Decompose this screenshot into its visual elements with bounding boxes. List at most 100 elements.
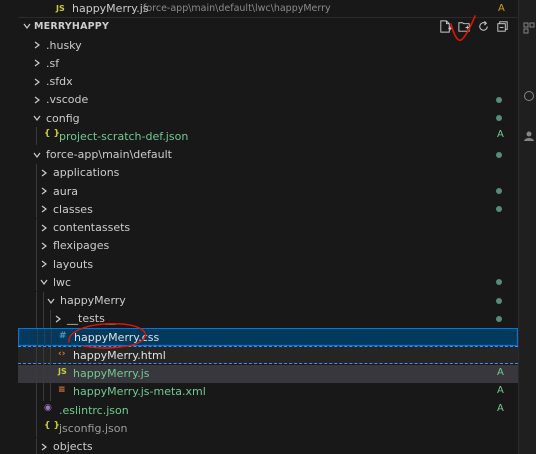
tree-folder[interactable]: lwc: [18, 273, 518, 292]
tree-item-label: lwc: [53, 275, 72, 289]
indent-guide: [36, 163, 37, 182]
extensions-icon[interactable]: [523, 22, 535, 34]
chevron-right-icon[interactable]: [39, 442, 49, 452]
tree-file[interactable]: ◉ .eslintrc.json A: [18, 401, 518, 419]
chevron-down-icon[interactable]: [32, 150, 42, 160]
chevron-right-icon[interactable]: [32, 40, 42, 50]
tree-item-label: jsconfig.json: [59, 421, 128, 435]
indent-guide: [36, 291, 37, 310]
js-file-icon: JS: [58, 366, 67, 376]
tree-folder[interactable]: happyMerry: [18, 291, 518, 310]
open-editor-file-path: force-app\main\default\lwc\happyMerry: [143, 2, 331, 14]
indent-guide: [36, 309, 37, 328]
chevron-right-icon[interactable]: [32, 77, 42, 87]
eslint-file-icon: ◉: [44, 403, 52, 413]
tree-folder[interactable]: applications: [18, 163, 518, 182]
xml-file-icon: ≡: [58, 384, 66, 395]
indent-guide: [43, 291, 44, 310]
git-modified-dot-icon: [496, 96, 502, 103]
chevron-right-icon[interactable]: [53, 314, 63, 324]
tree-item-label: .husky: [46, 38, 82, 52]
chevron-right-icon[interactable]: [39, 186, 49, 196]
indent-guide: [44, 329, 45, 347]
chevron-right-icon[interactable]: [39, 204, 49, 214]
indent-guide: [43, 347, 44, 366]
workspace-title: MERRYHAPPY: [34, 21, 110, 32]
tree-folder[interactable]: flexipages: [18, 236, 518, 255]
tree-file[interactable]: ≡ happyMerry.js-meta.xml A: [18, 382, 518, 401]
git-modified-dot-icon: [496, 188, 502, 194]
tree-folder[interactable]: .husky: [18, 36, 518, 54]
json-file-icon: { }: [44, 421, 60, 432]
git-status-badge: A: [497, 366, 504, 378]
tree-item-label: .sf: [46, 56, 60, 70]
tree-item-label: .sfdx: [46, 75, 73, 88]
chevron-down-icon[interactable]: [46, 296, 56, 306]
chevron-down-icon[interactable]: [39, 277, 49, 287]
explorer-panel: JS happyMerry.js force-app\main\default\…: [18, 0, 518, 454]
js-file-icon: JS: [56, 3, 65, 13]
indent-guide: [50, 347, 51, 366]
tree-folder[interactable]: classes: [18, 200, 518, 219]
tree-folder[interactable]: .vscode: [18, 91, 518, 109]
accounts-icon[interactable]: [523, 130, 535, 142]
indent-guide: [36, 182, 37, 200]
tree-folder[interactable]: layouts: [18, 255, 518, 273]
chevron-right-icon[interactable]: [32, 95, 42, 105]
tree-item-label: aura: [53, 184, 78, 198]
annotation-circle-icon: [68, 322, 147, 349]
chevron-right-icon[interactable]: [39, 223, 49, 233]
git-modified-dot-icon: [496, 206, 502, 213]
tree-folder[interactable]: aura: [18, 182, 518, 200]
git-modified-dot-icon: [496, 315, 502, 322]
git-status-badge: A: [497, 403, 504, 414]
chevron-right-icon[interactable]: [39, 168, 49, 178]
tree-item-label: force-app\main\default: [46, 148, 172, 161]
tree-folder[interactable]: .sf: [18, 54, 518, 72]
git-modified-dot-icon: [496, 151, 502, 158]
timeline-icon[interactable]: [523, 90, 535, 102]
chevron-down-icon: [23, 23, 31, 29]
indent-guide: [36, 273, 37, 292]
git-modified-dot-icon: [496, 297, 502, 304]
chevron-right-icon[interactable]: [39, 241, 49, 251]
chevron-right-icon[interactable]: [39, 259, 49, 269]
tree-item-label: config: [46, 111, 80, 125]
collapse-all-icon[interactable]: [495, 19, 510, 34]
indent-guide: [36, 200, 37, 219]
tree-folder[interactable]: config: [18, 109, 518, 127]
left-gutter: [0, 0, 18, 454]
tree-file[interactable]: JS happyMerry.js A: [18, 364, 518, 383]
tree-file[interactable]: { } jsconfig.json: [18, 419, 518, 438]
tree-folder[interactable]: force-app\main\default: [18, 146, 518, 164]
indent-guide: [43, 309, 44, 328]
git-status-badge: A: [497, 384, 504, 396]
open-editor-file-name: happyMerry.js: [72, 1, 149, 15]
git-modified-dot-icon: [496, 279, 502, 286]
tree-item-label: happyMerry: [60, 294, 126, 307]
scrollbar[interactable]: [508, 36, 518, 454]
indent-guide: [51, 329, 52, 347]
tree-item-label: happyMerry.js-meta.xml: [73, 385, 206, 399]
indent-guide: [36, 401, 37, 419]
tree-item-label: .vscode: [46, 93, 89, 107]
indent-guide: [36, 382, 37, 401]
indent-guide: [50, 309, 51, 328]
git-status-badge: A: [498, 2, 505, 14]
chevron-down-icon[interactable]: [32, 113, 42, 123]
tree-item-label: contentassets: [53, 221, 131, 234]
tree-file[interactable]: { } project-scratch-def.json A: [18, 127, 518, 146]
tree-item-label: classes: [53, 202, 93, 216]
tree-item-label: layouts: [53, 257, 94, 271]
tree-folder[interactable]: contentassets: [18, 218, 518, 237]
indent-guide: [36, 218, 37, 237]
tree-folder[interactable]: .sfdx: [18, 73, 518, 91]
chevron-right-icon[interactable]: [32, 58, 42, 68]
explorer-section-header[interactable]: MERRYHAPPY: [18, 15, 518, 42]
indent-guide: [36, 255, 37, 273]
indent-guide: [36, 236, 37, 255]
indent-guide: [37, 329, 38, 347]
tree-folder[interactable]: objects: [18, 437, 518, 454]
indent-guide: [36, 127, 37, 146]
indent-guide: [50, 364, 51, 383]
